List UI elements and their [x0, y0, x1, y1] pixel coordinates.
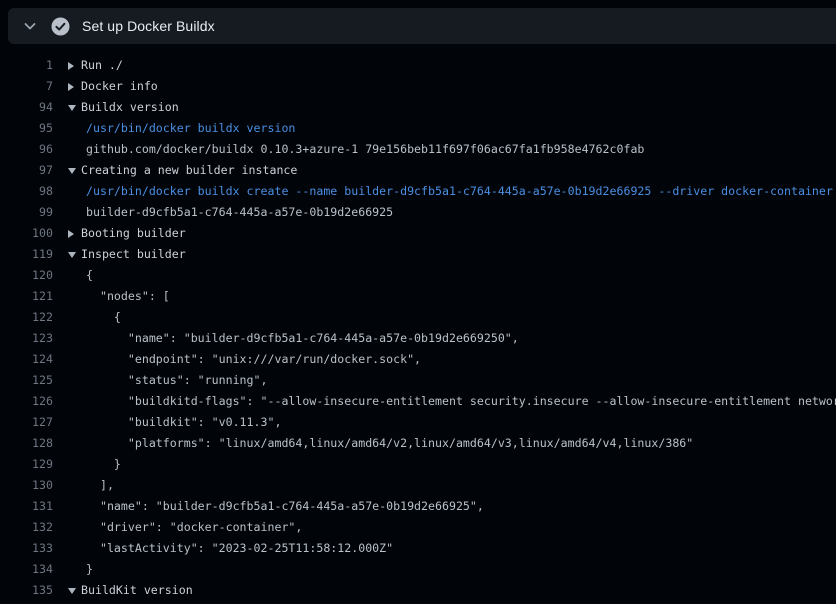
output-text: "name": "builder-d9cfb5a1-c764-445a-a57e…: [68, 496, 484, 517]
line-number[interactable]: 7: [0, 76, 53, 97]
output-text: {: [68, 307, 121, 328]
output-text: {: [68, 265, 93, 286]
output-text: "lastActivity": "2023-02-25T11:58:12.000…: [68, 538, 393, 559]
line-number[interactable]: 1: [0, 55, 53, 76]
log-line: 122 {: [0, 307, 836, 328]
log-line: 121 "nodes": [: [0, 286, 836, 307]
log-group-row[interactable]: 94 Buildx version: [0, 97, 836, 118]
step-title: Set up Docker Buildx: [82, 18, 215, 34]
output-text: }: [68, 454, 121, 475]
log-view: 1Run ./7Docker info94Buildx version95/us…: [0, 44, 836, 604]
line-number[interactable]: 122: [0, 307, 53, 328]
log-line: 96 github.com/docker/buildx 0.10.3+azure-…: [0, 139, 836, 160]
log-line: 125 "status": "running",: [0, 370, 836, 391]
check-circle-icon: [51, 17, 70, 36]
log-group-row[interactable]: 1 Run ./: [0, 55, 836, 76]
output-text: ],: [68, 475, 114, 496]
output-text: "endpoint": "unix:///var/run/docker.sock…: [68, 349, 421, 370]
log-line: 126 "buildkitd-flags": "--allow-insecure…: [0, 391, 836, 412]
triangle-down-icon[interactable]: [68, 105, 81, 111]
log-line: 123 "name": "builder-d9cfb5a1-c764-445a-…: [0, 328, 836, 349]
line-number[interactable]: 130: [0, 475, 53, 496]
triangle-down-icon[interactable]: [68, 252, 81, 258]
log-line: 99 builder-d9cfb5a1-c764-445a-a57e-0b19d2…: [0, 202, 836, 223]
log-group-row[interactable]: 7 Docker info: [0, 76, 836, 97]
log-line: 130 ],: [0, 475, 836, 496]
group-label: BuildKit version: [81, 580, 193, 601]
command-text: /usr/bin/docker buildx create --name bui…: [68, 181, 833, 202]
line-number[interactable]: 95: [0, 118, 53, 139]
output-text: "platforms": "linux/amd64,linux/amd64/v2…: [68, 433, 693, 454]
triangle-right-icon[interactable]: [68, 230, 81, 238]
line-number[interactable]: 124: [0, 349, 53, 370]
log-line: 133 "lastActivity": "2023-02-25T11:58:12…: [0, 538, 836, 559]
log-line: 129 }: [0, 454, 836, 475]
output-text: builder-d9cfb5a1-c764-445a-a57e-0b19d2e6…: [68, 202, 393, 223]
line-number[interactable]: 132: [0, 517, 53, 538]
output-text: "buildkitd-flags": "--allow-insecure-ent…: [68, 391, 836, 412]
line-number[interactable]: 98: [0, 181, 53, 202]
line-number[interactable]: 133: [0, 538, 53, 559]
output-text: github.com/docker/buildx 0.10.3+azure-1 …: [68, 139, 644, 160]
line-number[interactable]: 129: [0, 454, 53, 475]
log-line: 128 "platforms": "linux/amd64,linux/amd6…: [0, 433, 836, 454]
line-number[interactable]: 96: [0, 139, 53, 160]
group-label: Buildx version: [81, 97, 179, 118]
log-line: 95/usr/bin/docker buildx version: [0, 118, 836, 139]
chevron-down-icon[interactable]: [18, 14, 42, 38]
log-line: 120 {: [0, 265, 836, 286]
line-number[interactable]: 131: [0, 496, 53, 517]
group-label: Creating a new builder instance: [81, 160, 297, 181]
line-number[interactable]: 127: [0, 412, 53, 433]
line-number[interactable]: 123: [0, 328, 53, 349]
step-header[interactable]: Set up Docker Buildx: [8, 8, 836, 44]
line-number[interactable]: 126: [0, 391, 53, 412]
group-label: Booting builder: [81, 223, 186, 244]
group-label: Run ./: [81, 55, 123, 76]
triangle-right-icon[interactable]: [68, 62, 81, 70]
line-number[interactable]: 100: [0, 223, 53, 244]
output-text: }: [68, 559, 93, 580]
output-text: "driver": "docker-container",: [68, 517, 302, 538]
group-label: Docker info: [81, 76, 158, 97]
triangle-down-icon[interactable]: [68, 588, 81, 594]
line-number[interactable]: 125: [0, 370, 53, 391]
log-line: 132 "driver": "docker-container",: [0, 517, 836, 538]
log-line: 124 "endpoint": "unix:///var/run/docker.…: [0, 349, 836, 370]
line-number[interactable]: 94: [0, 97, 53, 118]
output-text: "name": "builder-d9cfb5a1-c764-445a-a57e…: [68, 328, 519, 349]
line-number[interactable]: 120: [0, 265, 53, 286]
line-number[interactable]: 135: [0, 580, 53, 601]
line-number[interactable]: 99: [0, 202, 53, 223]
line-number[interactable]: 134: [0, 559, 53, 580]
output-text: "nodes": [: [68, 286, 170, 307]
output-text: "status": "running",: [68, 370, 267, 391]
line-number[interactable]: 97: [0, 160, 53, 181]
triangle-right-icon[interactable]: [68, 83, 81, 91]
log-line: 127 "buildkit": "v0.11.3",: [0, 412, 836, 433]
line-number[interactable]: 119: [0, 244, 53, 265]
log-line: 131 "name": "builder-d9cfb5a1-c764-445a-…: [0, 496, 836, 517]
log-line: 134}: [0, 559, 836, 580]
log-group-row[interactable]: 97 Creating a new builder instance: [0, 160, 836, 181]
line-number[interactable]: 128: [0, 433, 53, 454]
log-group-row[interactable]: 119 Inspect builder: [0, 244, 836, 265]
log-group-row[interactable]: 100 Booting builder: [0, 223, 836, 244]
group-label: Inspect builder: [81, 244, 186, 265]
output-text: "buildkit": "v0.11.3",: [68, 412, 281, 433]
log-line: 98/usr/bin/docker buildx create --name b…: [0, 181, 836, 202]
line-number[interactable]: 121: [0, 286, 53, 307]
triangle-down-icon[interactable]: [68, 168, 81, 174]
log-group-row[interactable]: 135 BuildKit version: [0, 580, 836, 601]
command-text: /usr/bin/docker buildx version: [68, 118, 295, 139]
